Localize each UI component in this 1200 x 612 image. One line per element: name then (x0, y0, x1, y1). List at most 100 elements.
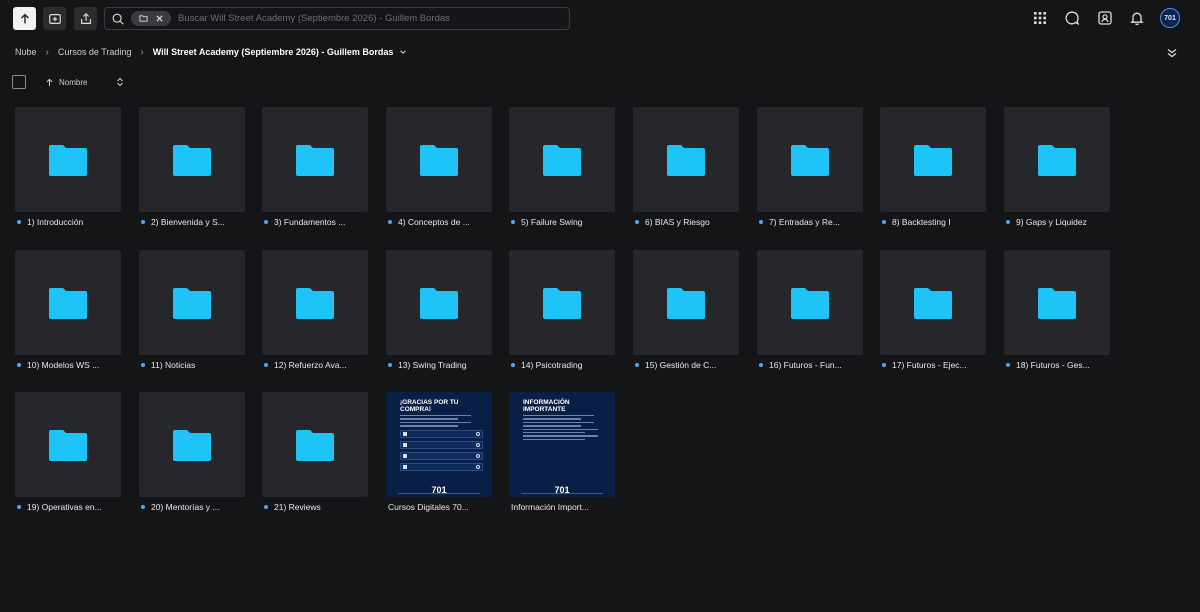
folder-icon (138, 15, 148, 22)
share-button[interactable] (74, 7, 97, 30)
folder-item[interactable]: 11) Noticias (139, 250, 245, 370)
thumbnail-text-line (523, 428, 598, 430)
item-label: 5) Failure Swing (511, 216, 615, 228)
folder-item[interactable]: 17) Futuros - Ejec... (880, 250, 986, 370)
item-name: 10) Modelos WS ... (27, 360, 100, 370)
sort-toggle-icon[interactable] (116, 77, 124, 87)
folder-thumbnail (139, 250, 245, 355)
thumbnail-text-line (523, 415, 594, 417)
folder-item[interactable]: 13) Swing Trading (386, 250, 492, 370)
select-all-checkbox[interactable] (12, 75, 26, 89)
thumbnail-link-row (400, 451, 483, 460)
folder-item[interactable]: 7) Entradas y Re... (757, 107, 863, 227)
item-name: 4) Conceptos de ... (398, 217, 470, 227)
sync-status-dot (759, 363, 763, 367)
folder-icon (296, 288, 334, 319)
sync-status-dot (264, 220, 268, 224)
folder-thumbnail (1004, 107, 1110, 212)
folder-item[interactable]: 5) Failure Swing (509, 107, 615, 227)
folder-icon (791, 288, 829, 319)
sync-status-dot (141, 363, 145, 367)
sync-status-dot (17, 363, 21, 367)
thumbnail-brand: 701 (431, 485, 447, 495)
folder-icon (1038, 288, 1076, 319)
folder-item[interactable]: 20) Mentorías y ... (139, 392, 245, 512)
folder-item[interactable]: 19) Operativas en... (15, 392, 121, 512)
search-input[interactable]: Buscar Will Street Academy (Septiembre 2… (178, 13, 450, 24)
folder-thumbnail (15, 107, 121, 212)
thumbnail-link-row (400, 429, 483, 438)
folder-item[interactable]: 16) Futuros - Fun... (757, 250, 863, 370)
sync-status-dot (141, 220, 145, 224)
thumbnail-text-line (523, 418, 582, 420)
folder-thumbnail (633, 107, 739, 212)
item-label: 10) Modelos WS ... (17, 359, 121, 371)
breadcrumb-item-cursos[interactable]: Cursos de Trading (58, 47, 132, 57)
folder-item[interactable]: 4) Conceptos de ... (386, 107, 492, 227)
folder-thumbnail (880, 250, 986, 355)
folder-thumbnail (757, 107, 863, 212)
folder-item[interactable]: 8) Backtesting I (880, 107, 986, 227)
search-icon (111, 12, 125, 26)
breadcrumb-current[interactable]: Will Street Academy (Septiembre 2026) - … (153, 47, 394, 57)
item-name: 13) Swing Trading (398, 360, 467, 370)
folder-icon (49, 288, 87, 319)
collapse-icon[interactable] (1166, 47, 1178, 59)
folder-item[interactable]: 1) Introducción (15, 107, 121, 227)
apps-grid-icon[interactable] (1031, 9, 1049, 27)
item-label: Información Import... (511, 501, 615, 513)
avatar[interactable]: 701 (1160, 8, 1180, 28)
sync-status-dot (1006, 220, 1010, 224)
folder-thumbnail (15, 250, 121, 355)
item-name: 6) BIAS y Riesgo (645, 217, 710, 227)
item-name: 1) Introducción (27, 217, 84, 227)
thumbnail-text-line (400, 425, 459, 427)
item-name: 11) Noticias (151, 360, 196, 370)
sync-status-dot (635, 220, 639, 224)
arrow-up-icon (20, 13, 29, 23)
thumbnail-text-line (400, 415, 471, 417)
item-label: 11) Noticias (141, 359, 245, 371)
sync-status-dot (264, 363, 268, 367)
new-folder-button[interactable] (43, 7, 66, 30)
item-label: 18) Futuros - Ges... (1006, 359, 1110, 371)
folder-icon (667, 145, 705, 176)
folder-item[interactable]: 6) BIAS y Riesgo (633, 107, 739, 227)
thumbnail-title: ¡GRACIAS POR TU COMPRA! (400, 399, 459, 413)
folder-thumbnail (757, 250, 863, 355)
bell-icon[interactable] (1128, 9, 1146, 27)
folder-thumbnail (880, 107, 986, 212)
folder-item[interactable]: 14) Psicotrading (509, 250, 615, 370)
folder-icon (420, 145, 458, 176)
close-icon[interactable] (155, 14, 164, 23)
sync-status-dot (511, 220, 515, 224)
folder-thumbnail (509, 107, 615, 212)
folder-item[interactable]: 15) Gestión de C... (633, 250, 739, 370)
folder-item[interactable]: 9) Gaps y Liquidez (1004, 107, 1110, 227)
contacts-icon[interactable] (1096, 9, 1114, 27)
sort-by-name[interactable]: Nombre (45, 75, 123, 89)
folder-icon (543, 288, 581, 319)
search-bar[interactable]: Buscar Will Street Academy (Septiembre 2… (104, 7, 570, 30)
chevron-down-icon[interactable] (399, 48, 407, 56)
folder-icon (49, 430, 87, 461)
folder-icon (914, 145, 952, 176)
breadcrumb-item-nube[interactable]: Nube (15, 47, 37, 57)
chat-icon[interactable] (1063, 9, 1081, 27)
folder-item[interactable]: 10) Modelos WS ... (15, 250, 121, 370)
sync-status-dot (388, 363, 392, 367)
folder-item[interactable]: 3) Fundamentos ... (262, 107, 368, 227)
folder-icon (296, 145, 334, 176)
folder-item[interactable]: 12) Refuerzo Ava... (262, 250, 368, 370)
folder-item[interactable]: 21) Reviews (262, 392, 368, 512)
item-label: 14) Psicotrading (511, 359, 615, 371)
upload-button[interactable] (13, 7, 36, 30)
item-name: 7) Entradas y Re... (769, 217, 840, 227)
folder-item[interactable]: 2) Bienvenida y S... (139, 107, 245, 227)
file-item[interactable]: ¡GRACIAS POR TU COMPRA! 701 Cursos Digital… (386, 392, 492, 512)
file-item[interactable]: INFORMACIÓN IMPORTANTE 701 Información Imp… (509, 392, 615, 512)
search-scope-chip[interactable] (131, 11, 171, 26)
folder-item[interactable]: 18) Futuros - Ges... (1004, 250, 1110, 370)
item-label: Cursos Digitales 70... (388, 501, 492, 513)
item-label: 19) Operativas en... (17, 501, 121, 513)
